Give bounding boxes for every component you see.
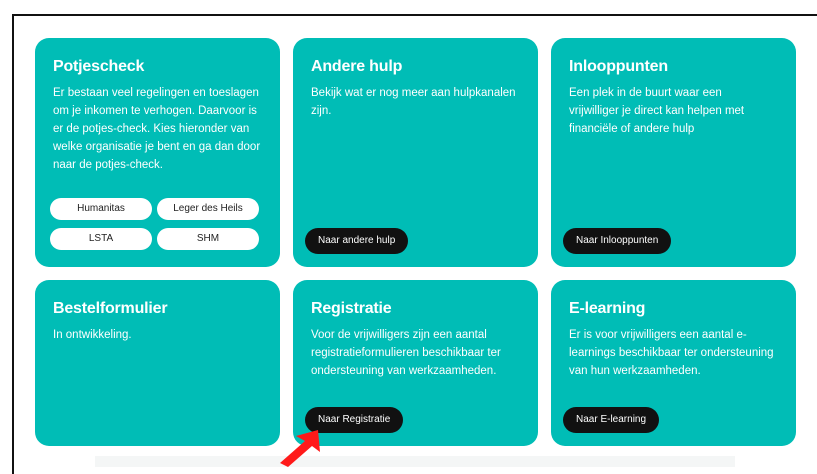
red-arrow-icon xyxy=(280,430,320,467)
card-title: Registratie xyxy=(311,300,392,317)
card-title: Potjescheck xyxy=(53,58,145,75)
pill-humanitas[interactable]: Humanitas xyxy=(50,198,152,220)
card-text: In ontwikkeling. xyxy=(53,329,132,341)
naar-e-learning-button[interactable]: Naar E-learning xyxy=(563,407,660,433)
card-potjescheck: Potjescheck Er bestaan veel regelingen e… xyxy=(35,38,280,267)
card-registratie: Registratie Voor de vrijwilligers zijn e… xyxy=(293,280,538,446)
card-text: Een plek in de buurt waar een vrijwillig… xyxy=(569,87,745,135)
card-title: Bestelformulier xyxy=(53,300,168,317)
card-bestelformulier: Bestelformulier In ontwikkeling. xyxy=(35,280,280,446)
card-title: E-learning xyxy=(569,300,646,317)
pill-leger-des-heils[interactable]: Leger des Heils xyxy=(157,198,259,220)
card-text: Er bestaan veel regelingen en toeslagen … xyxy=(53,87,261,171)
pill-shm[interactable]: SHM xyxy=(157,228,259,250)
naar-inlooppunten-button[interactable]: Naar Inlooppunten xyxy=(563,228,672,254)
card-text: Voor de vrijwilligers zijn een aantal re… xyxy=(311,329,501,377)
pill-lsta[interactable]: LSTA xyxy=(50,228,152,250)
card-e-learning: E-learning Er is voor vrijwilligers een … xyxy=(551,280,796,446)
card-text: Bekijk wat er nog meer aan hulpkanalen z… xyxy=(311,87,516,117)
naar-andere-hulp-button[interactable]: Naar andere hulp xyxy=(305,228,409,254)
card-inlooppunten: Inlooppunten Een plek in de buurt waar e… xyxy=(551,38,796,267)
page-footer-strip xyxy=(95,456,735,467)
card-andere-hulp: Andere hulp Bekijk wat er nog meer aan h… xyxy=(293,38,538,267)
card-title: Andere hulp xyxy=(311,58,403,75)
card-text: Er is voor vrijwilligers een aantal e-le… xyxy=(569,329,774,377)
card-title: Inlooppunten xyxy=(569,58,668,75)
